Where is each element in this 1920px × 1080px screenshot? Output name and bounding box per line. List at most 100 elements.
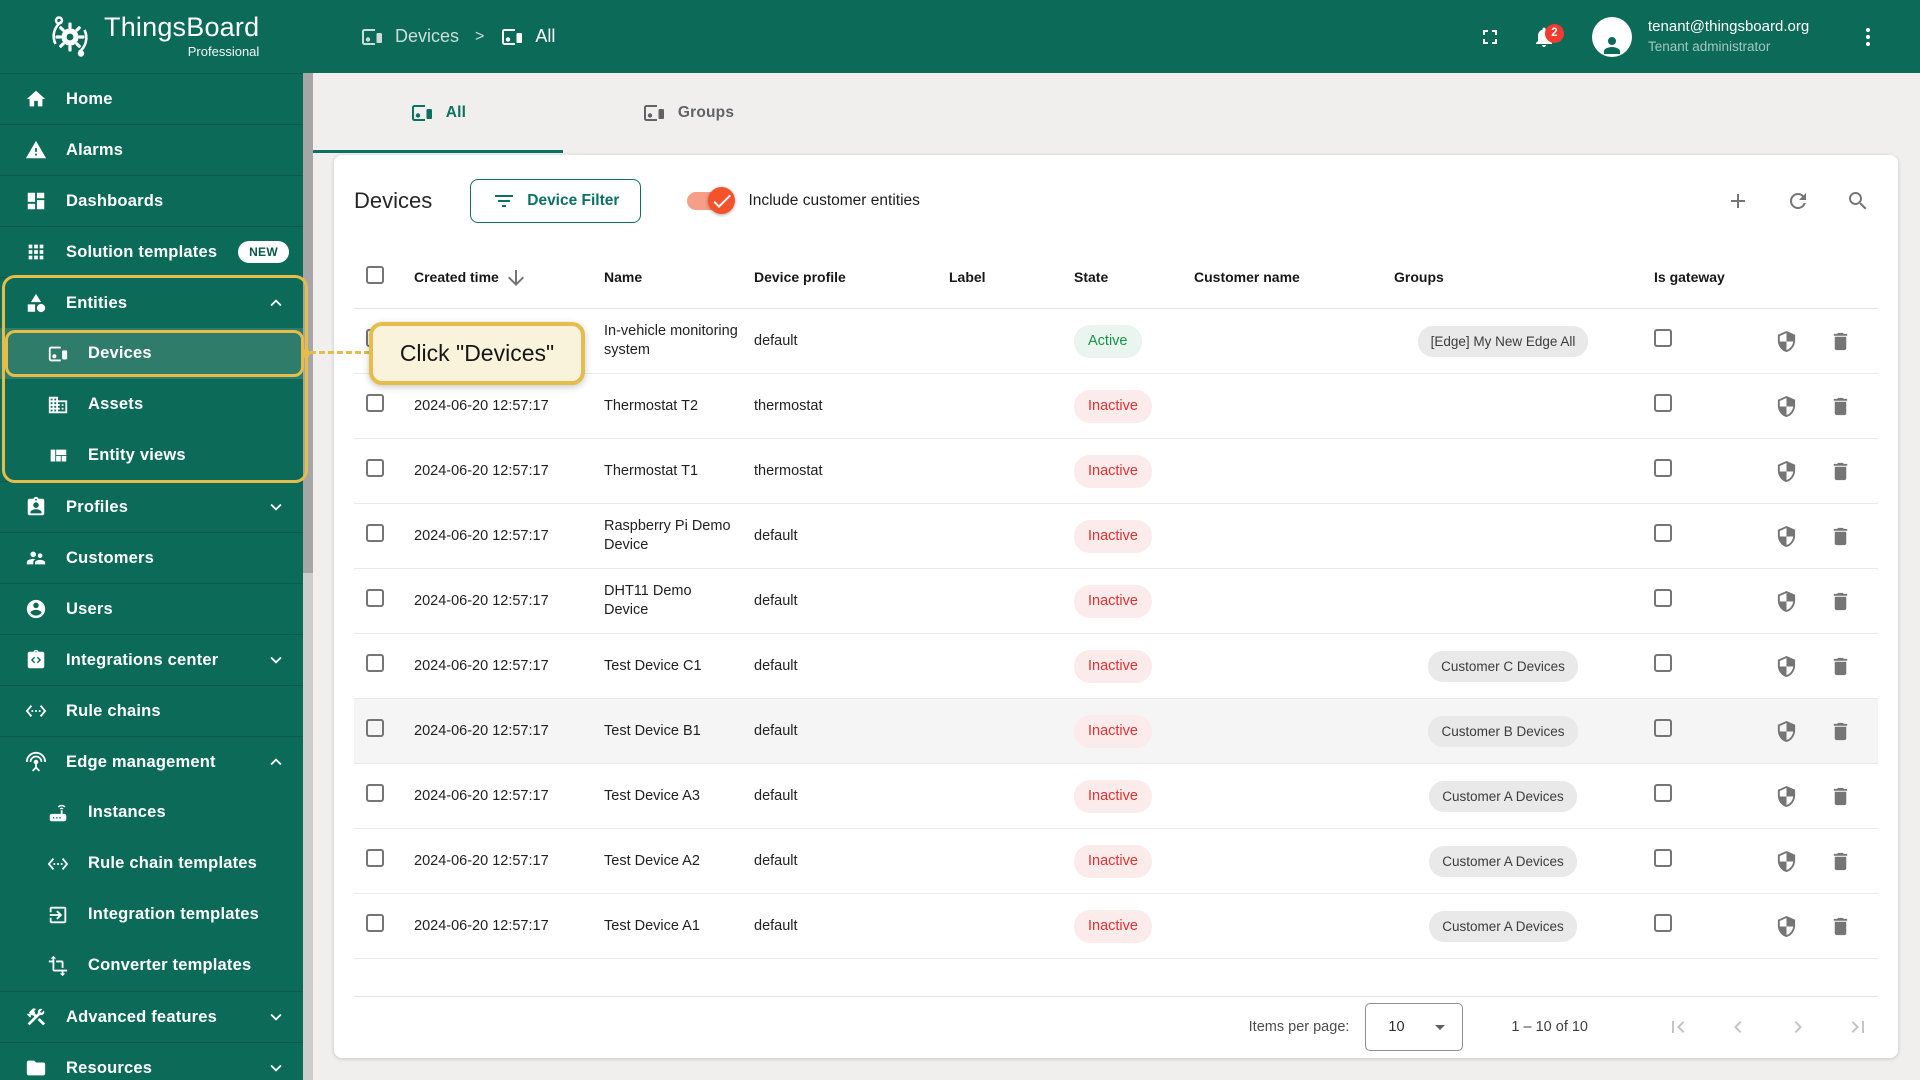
- delete-device-button[interactable]: [1822, 518, 1858, 554]
- is-gateway-checkbox[interactable]: [1654, 654, 1672, 672]
- breadcrumb-all[interactable]: All: [500, 25, 555, 49]
- fullscreen-button[interactable]: [1468, 15, 1512, 59]
- first-page-button[interactable]: [1658, 1007, 1698, 1047]
- sidebar-item-resources[interactable]: Resources: [0, 1042, 303, 1080]
- select-all-checkbox[interactable]: [366, 266, 384, 284]
- manage-credentials-button[interactable]: [1768, 908, 1804, 944]
- sidebar-item-users[interactable]: Users: [0, 583, 303, 634]
- column-header-label[interactable]: Label: [933, 268, 1058, 287]
- next-page-button[interactable]: [1778, 1007, 1818, 1047]
- manage-credentials-button[interactable]: [1768, 518, 1804, 554]
- app-logo[interactable]: ThingsBoard Professional: [0, 0, 313, 73]
- manage-credentials-button[interactable]: [1768, 648, 1804, 684]
- sidebar-item-home[interactable]: Home: [0, 73, 303, 124]
- is-gateway-checkbox[interactable]: [1654, 459, 1672, 477]
- sidebar-item-converter-templates[interactable]: Converter templates: [0, 940, 303, 991]
- sidebar-scrollbar[interactable]: [303, 73, 313, 1080]
- sidebar-item-dashboards[interactable]: Dashboards: [0, 175, 303, 226]
- table-row[interactable]: 2024-06-20 12:57:17 Raspberry Pi Demo Dev…: [354, 504, 1878, 569]
- user-info[interactable]: tenant@thingsboard.org Tenant administra…: [1648, 17, 1826, 55]
- delete-device-button[interactable]: [1822, 388, 1858, 424]
- is-gateway-checkbox[interactable]: [1654, 914, 1672, 932]
- sidebar-item-customers[interactable]: Customers: [0, 532, 303, 583]
- sidebar-item-alarms[interactable]: Alarms: [0, 124, 303, 175]
- row-checkbox[interactable]: [366, 524, 384, 542]
- table-row[interactable]: 2024-06-20 12:57:17 Thermostat T1 thermost…: [354, 439, 1878, 504]
- column-header-customer-name[interactable]: Customer name: [1178, 268, 1378, 287]
- table-row[interactable]: 2024-06-20 12:57:17 Test Device B1 default…: [354, 699, 1878, 764]
- refresh-button[interactable]: [1778, 181, 1818, 221]
- table-row[interactable]: 2024-06-20 12:57:17 Test Device C1 default…: [354, 634, 1878, 699]
- is-gateway-checkbox[interactable]: [1654, 784, 1672, 802]
- sidebar-item-profiles[interactable]: Profiles: [0, 481, 303, 532]
- prev-page-button[interactable]: [1718, 1007, 1758, 1047]
- column-header-groups[interactable]: Groups: [1378, 268, 1628, 287]
- is-gateway-checkbox[interactable]: [1654, 524, 1672, 542]
- column-header-state[interactable]: State: [1058, 268, 1178, 287]
- sidebar-item-edge-management[interactable]: Edge management: [0, 736, 303, 787]
- sidebar-item-solution-templates[interactable]: Solution templates NEW: [0, 226, 303, 277]
- sidebar-item-assets[interactable]: Assets: [0, 379, 303, 430]
- sidebar-item-rule-chains[interactable]: Rule chains: [0, 685, 303, 736]
- device-filter-button[interactable]: Device Filter: [470, 179, 642, 223]
- manage-credentials-button[interactable]: [1768, 323, 1804, 359]
- manage-credentials-button[interactable]: [1768, 778, 1804, 814]
- delete-device-button[interactable]: [1822, 453, 1858, 489]
- group-chip[interactable]: Customer B Devices: [1428, 715, 1578, 747]
- add-device-button[interactable]: [1718, 181, 1758, 221]
- manage-credentials-button[interactable]: [1768, 713, 1804, 749]
- manage-credentials-button[interactable]: [1768, 583, 1804, 619]
- manage-credentials-button[interactable]: [1768, 843, 1804, 879]
- column-header-is-gateway[interactable]: Is gateway: [1628, 268, 1768, 287]
- sidebar-scrollbar-thumb[interactable]: [303, 73, 313, 573]
- table-row[interactable]: 2024-06-20 12:57:17 Test Device A2 default…: [354, 829, 1878, 894]
- sidebar-item-instances[interactable]: Instances: [0, 787, 303, 838]
- delete-device-button[interactable]: [1822, 778, 1858, 814]
- group-chip[interactable]: Customer A Devices: [1429, 780, 1577, 812]
- row-checkbox[interactable]: [366, 914, 384, 932]
- is-gateway-checkbox[interactable]: [1654, 589, 1672, 607]
- row-checkbox[interactable]: [366, 394, 384, 412]
- delete-device-button[interactable]: [1822, 843, 1858, 879]
- column-header-device-profile[interactable]: Device profile: [738, 268, 933, 287]
- notifications-button[interactable]: 2: [1522, 15, 1566, 59]
- sidebar-item-entities[interactable]: Entities: [0, 277, 303, 328]
- is-gateway-checkbox[interactable]: [1654, 329, 1672, 347]
- table-row[interactable]: 2024-06-20 12:57:17 Test Device A3 default…: [354, 764, 1878, 829]
- delete-device-button[interactable]: [1822, 648, 1858, 684]
- breadcrumb-devices[interactable]: Devices: [360, 25, 459, 49]
- row-checkbox[interactable]: [366, 654, 384, 672]
- row-checkbox[interactable]: [366, 459, 384, 477]
- delete-device-button[interactable]: [1822, 908, 1858, 944]
- table-row[interactable]: 2024-06-20 12:57:17 Test Device A1 default…: [354, 894, 1878, 959]
- sidebar-item-integration-templates[interactable]: Integration templates: [0, 889, 303, 940]
- include-customer-entities-toggle[interactable]: [687, 187, 736, 214]
- delete-device-button[interactable]: [1822, 583, 1858, 619]
- sidebar-item-advanced-features[interactable]: Advanced features: [0, 991, 303, 1042]
- column-header-created-time[interactable]: Created time: [398, 266, 588, 290]
- row-checkbox[interactable]: [366, 849, 384, 867]
- column-header-name[interactable]: Name: [588, 268, 738, 287]
- table-row[interactable]: 2024-06-20 12:57:17 Thermostat T2 thermost…: [354, 374, 1878, 439]
- row-checkbox[interactable]: [366, 719, 384, 737]
- is-gateway-checkbox[interactable]: [1654, 849, 1672, 867]
- sidebar-item-entity-views[interactable]: Entity views: [0, 430, 303, 481]
- delete-device-button[interactable]: [1822, 713, 1858, 749]
- is-gateway-checkbox[interactable]: [1654, 394, 1672, 412]
- tab-all[interactable]: All: [313, 73, 563, 153]
- row-checkbox[interactable]: [366, 784, 384, 802]
- manage-credentials-button[interactable]: [1768, 453, 1804, 489]
- group-chip[interactable]: Customer C Devices: [1428, 650, 1578, 682]
- sidebar-item-integrations-center[interactable]: Integrations center: [0, 634, 303, 685]
- is-gateway-checkbox[interactable]: [1654, 719, 1672, 737]
- group-chip[interactable]: [Edge] My New Edge All: [1417, 325, 1589, 357]
- last-page-button[interactable]: [1838, 1007, 1878, 1047]
- group-chip[interactable]: Customer A Devices: [1429, 910, 1577, 942]
- delete-device-button[interactable]: [1822, 323, 1858, 359]
- search-button[interactable]: [1838, 181, 1878, 221]
- more-menu-button[interactable]: [1846, 15, 1890, 59]
- manage-credentials-button[interactable]: [1768, 388, 1804, 424]
- sidebar-item-devices[interactable]: Devices: [0, 328, 303, 379]
- avatar[interactable]: [1592, 16, 1632, 57]
- items-per-page-select[interactable]: 10: [1365, 1002, 1464, 1051]
